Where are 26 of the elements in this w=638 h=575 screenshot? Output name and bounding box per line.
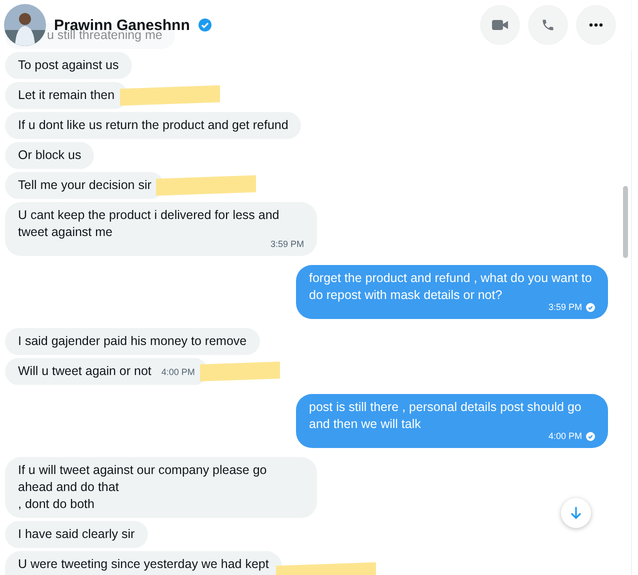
call-button[interactable] [528,5,568,45]
message-text: Or block us [18,147,82,164]
message-text: If u will tweet against our company please go ahead and do that , dont do both [18,462,268,513]
message-text: If u dont like us return the product and get refund [18,117,288,134]
message-text: Let it remain then [18,87,115,104]
avatar[interactable] [4,4,46,46]
message-text: U cant keep the product i delivered for less and tweet against me [18,207,280,240]
scroll-down-button[interactable] [561,498,591,528]
message-time: 4:00 PM [548,431,582,442]
message-time: 4:00 PM [161,367,195,378]
scrollbar-thumb[interactable] [623,186,628,258]
message-text: Tell me your decision sir [18,177,152,194]
message-text: Will u tweet again or not [18,363,152,380]
message-text: post is still there , personal details post should go and then we will talk [309,399,582,432]
phone-icon [541,18,555,32]
video-camera-icon [492,19,508,31]
arrow-down-icon [570,506,582,520]
message-text: U were tweeting since yesterday we had kept [18,556,269,573]
message-text: forget the product and refund , what do you want to do repost with mask details or not? [309,270,593,304]
video-call-button[interactable] [480,5,520,45]
message-time: 3:59 PM [548,302,582,313]
message-text: I said gajender paid his money to remove [18,333,247,350]
message-time: 3:59 PM [270,239,304,250]
more-icon [589,23,603,27]
message-text: To post against us [18,57,119,74]
message-text: I have said clearly sir [18,526,135,543]
